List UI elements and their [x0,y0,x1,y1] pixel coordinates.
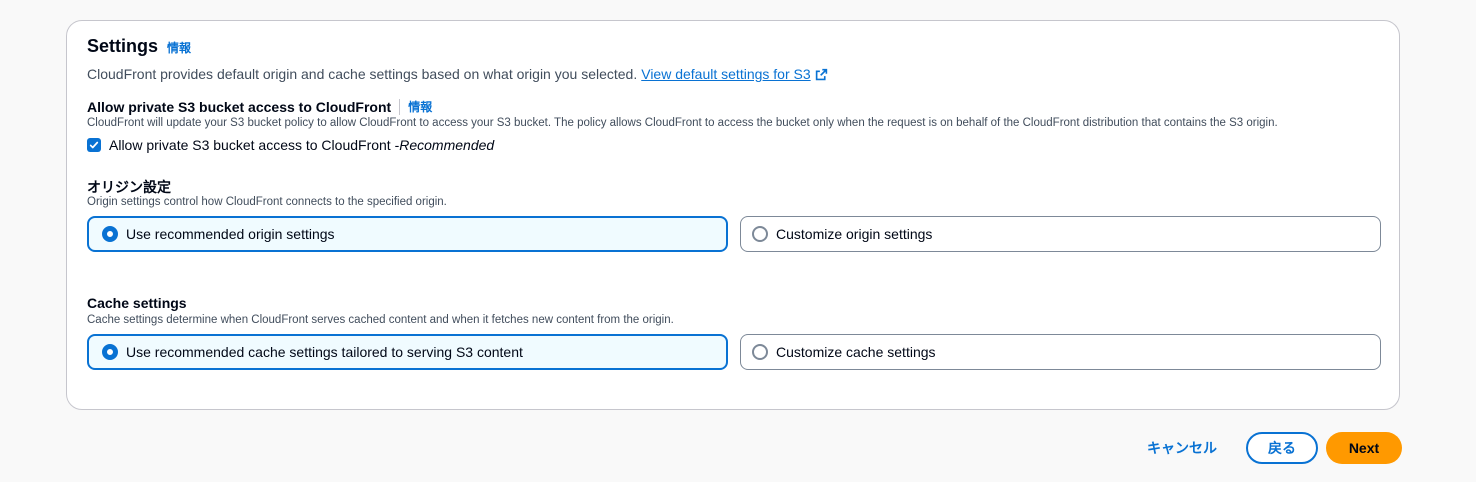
radio-unselected-icon[interactable] [752,226,768,242]
label-divider [399,98,401,115]
settings-info-link[interactable]: 情報 [167,39,191,56]
settings-description: CloudFront provides default origin and c… [87,66,828,82]
s3-access-checkbox-label: Allow private S3 bucket access to CloudF… [109,137,400,153]
radio-selected-icon[interactable] [102,344,118,360]
s3-access-description: CloudFront will update your S3 bucket po… [87,117,1278,129]
check-icon [89,141,99,149]
radio-unselected-icon[interactable] [752,344,768,360]
s3-access-checkbox[interactable] [87,138,101,152]
external-link-icon [815,68,827,80]
cache-option-recommended-label: Use recommended cache settings tailored … [126,344,523,360]
s3-access-checkbox-row[interactable]: Allow private S3 bucket access to CloudF… [87,137,494,153]
origin-settings-label: オリジン設定 [87,177,171,197]
s3-access-recommended-label: Recommended [399,137,495,153]
cache-settings-description: Cache settings determine when CloudFront… [87,314,674,326]
cache-settings-label: Cache settings [87,295,187,311]
s3-access-label-row: Allow private S3 bucket access to CloudF… [87,98,432,115]
settings-description-text: CloudFront provides default origin and c… [87,66,638,82]
origin-settings-description: Origin settings control how CloudFront c… [87,196,447,208]
cache-option-recommended[interactable]: Use recommended cache settings tailored … [87,334,728,370]
view-default-settings-link-text[interactable]: View default settings for S3 [641,66,810,82]
cache-option-customize-label: Customize cache settings [776,344,936,360]
origin-option-customize[interactable]: Customize origin settings [740,216,1381,252]
view-default-settings-link[interactable]: View default settings for S3 [641,66,827,82]
settings-title: Settings [87,36,159,56]
origin-option-recommended-label: Use recommended origin settings [126,226,335,242]
settings-header: Settings 情報 [87,36,191,57]
cache-option-customize[interactable]: Customize cache settings [740,334,1381,370]
origin-option-customize-label: Customize origin settings [776,226,933,242]
cancel-button[interactable]: キャンセル [1136,432,1228,464]
settings-panel: Settings 情報 CloudFront provides default … [66,20,1400,410]
cache-settings-label-text: Cache settings [87,295,187,311]
next-button[interactable]: Next [1326,432,1402,464]
back-button[interactable]: 戻る [1246,432,1318,464]
s3-access-label: Allow private S3 bucket access to CloudF… [87,98,392,115]
origin-option-recommended[interactable]: Use recommended origin settings [87,216,728,252]
radio-selected-icon[interactable] [102,226,118,242]
s3-access-info-link[interactable]: 情報 [408,98,432,115]
origin-settings-label-text: オリジン設定 [87,179,171,195]
